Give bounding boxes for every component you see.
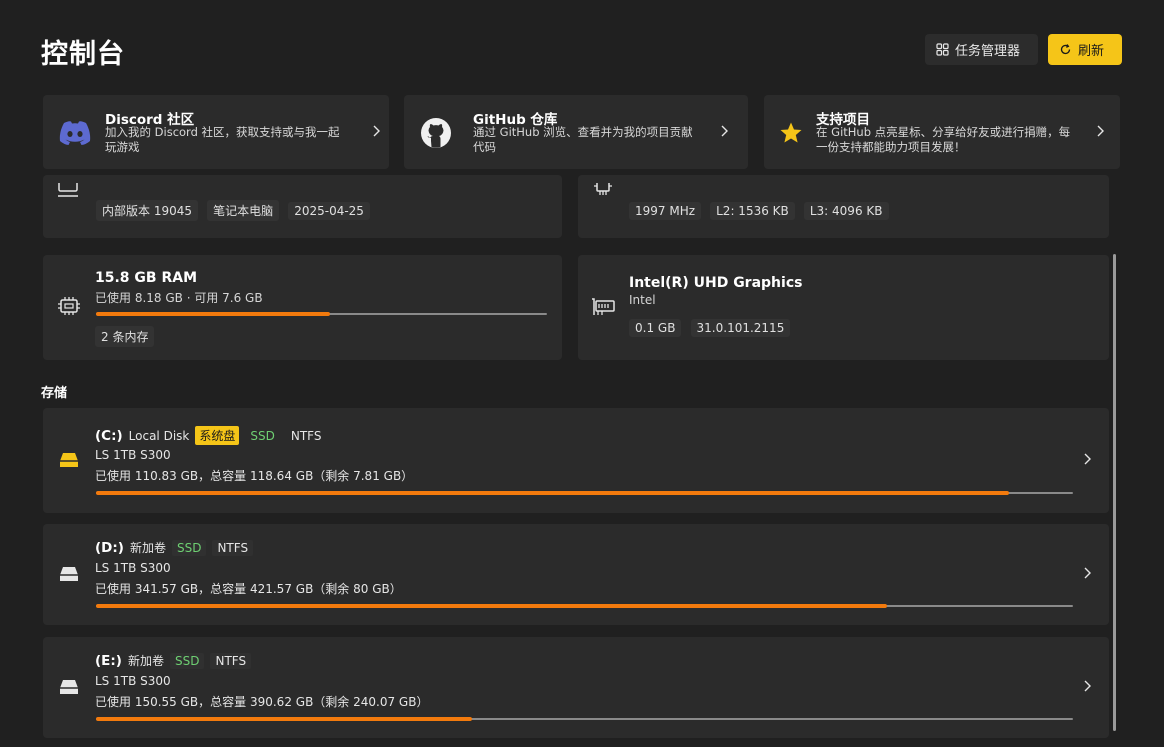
gpu-icon [592,298,615,315]
star-icon [774,116,808,150]
ram-card: 15.8 GB RAM 已使用 8.18 GB · 可用 7.6 GB 2 条内… [43,255,562,360]
refresh-label: 刷新 [1078,44,1105,59]
disk-model: LS 1TB S300 [95,448,171,462]
os-device-chip: 笔记本电脑 [207,200,280,221]
ram-usage: 已使用 8.18 GB · 可用 7.6 GB [95,291,263,305]
disk-progress-bar [96,604,1073,608]
discord-card[interactable]: Discord 社区 加入我的 Discord 社区，获取支持或与我一起 玩游戏 [43,95,389,169]
storage-section-title: 存储 [41,386,68,401]
os-date-chip: 2025-04-25 [288,202,370,220]
ssd-badge: SSD [169,652,205,669]
cpu-freq-chip: 1997 MHz [629,202,702,220]
memory-icon [58,297,80,315]
disk-letter: (D:) [95,539,124,556]
ram-progress-fill [96,312,330,316]
disk-label: 新加卷 [127,654,164,668]
github-card[interactable]: GitHub 仓库 通过 GitHub 浏览、查看并为我的项目贡献 代码 [404,95,748,169]
chevron-right-icon [1084,680,1091,692]
link-card-description: 在 GitHub 点亮星标、分享给好友或进行捐赠，每 一份支持都能助力项目发展！ [816,125,1071,154]
chevron-right-icon [1084,453,1091,465]
ram-progress-bar [96,312,547,316]
gpu-driver-chip: 31.0.101.2115 [690,319,791,337]
link-card-description: 通过 GitHub 浏览、查看并为我的项目贡献 代码 [473,125,693,154]
vertical-scrollbar[interactable] [1113,254,1116,731]
disk-card-e[interactable]: (E:) 新加卷 SSD NTFS LS 1TB S300 已使用 150.55… [43,637,1109,738]
ssd-badge: SSD [171,539,207,556]
gpu-vendor: Intel [629,293,656,307]
disk-progress-fill [96,717,473,721]
disk-progress-fill [96,604,888,608]
ram-title: 15.8 GB RAM [95,270,197,286]
discord-icon [58,116,92,150]
filesystem-badge: NTFS [290,428,322,443]
laptop-icon [58,183,78,197]
gpu-card: Intel(R) UHD Graphics Intel 0.1 GB 31.0.… [578,255,1109,360]
filesystem-badge: NTFS [212,539,254,556]
task-manager-button[interactable]: 任务管理器 [925,34,1038,65]
github-icon [419,116,453,150]
ram-slots-chip: 2 条内存 [95,326,155,347]
refresh-button[interactable]: 刷新 [1048,34,1122,65]
disk-label: Local Disk [128,428,190,443]
disk-progress-bar [96,491,1073,495]
disk-model: LS 1TB S300 [95,561,171,575]
cpu-card: 1997 MHz L2: 1536 KB L3: 4096 KB [578,175,1109,238]
os-build-chip: 内部版本 19045 [96,200,198,221]
disk-usage: 已使用 341.57 GB，总容量 421.57 GB（剩余 80 GB） [95,582,402,596]
task-manager-label: 任务管理器 [955,44,1021,59]
os-card: 内部版本 19045 笔记本电脑 2025-04-25 [43,175,562,238]
disk-usage: 已使用 110.83 GB，总容量 118.64 GB（剩余 7.81 GB） [95,469,414,483]
cpu-icon [594,183,612,195]
cpu-l3-chip: L3: 4096 KB [803,202,889,220]
system-disk-badge: 系统盘 [195,426,240,445]
chevron-right-icon [1084,567,1091,579]
gpu-title: Intel(R) UHD Graphics [629,275,803,291]
disk-progress-fill [96,491,1009,495]
disk-letter: (E:) [95,652,122,669]
cpu-l2-chip: L2: 1536 KB [710,202,795,220]
drive-icon [60,453,78,467]
chevron-right-icon [373,125,380,137]
page-title: 控制台 [41,39,125,70]
disk-label: 新加卷 [129,541,166,555]
chevron-right-icon [1097,125,1104,137]
chevron-right-icon [721,125,728,137]
disk-card-d[interactable]: (D:) 新加卷 SSD NTFS LS 1TB S300 已使用 341.57… [43,524,1109,625]
disk-card-c[interactable]: (C:) Local Disk 系统盘 SSD NTFS LS 1TB S300… [43,408,1109,513]
disk-progress-bar [96,717,1073,721]
disk-usage: 已使用 150.55 GB，总容量 390.62 GB（剩余 240.07 GB… [95,695,429,709]
disk-model: LS 1TB S300 [95,674,171,688]
support-card[interactable]: 支持项目 在 GitHub 点亮星标、分享给好友或进行捐赠，每 一份支持都能助力… [764,95,1120,169]
gpu-memory-chip: 0.1 GB [629,319,682,337]
filesystem-badge: NTFS [210,652,252,669]
refresh-icon [1060,44,1071,55]
disk-letter: (C:) [95,427,123,444]
ssd-badge: SSD [250,428,275,443]
drive-icon [60,567,78,581]
link-card-description: 加入我的 Discord 社区，获取支持或与我一起 玩游戏 [105,125,340,154]
drive-icon [60,680,78,694]
grid-icon [936,43,949,56]
